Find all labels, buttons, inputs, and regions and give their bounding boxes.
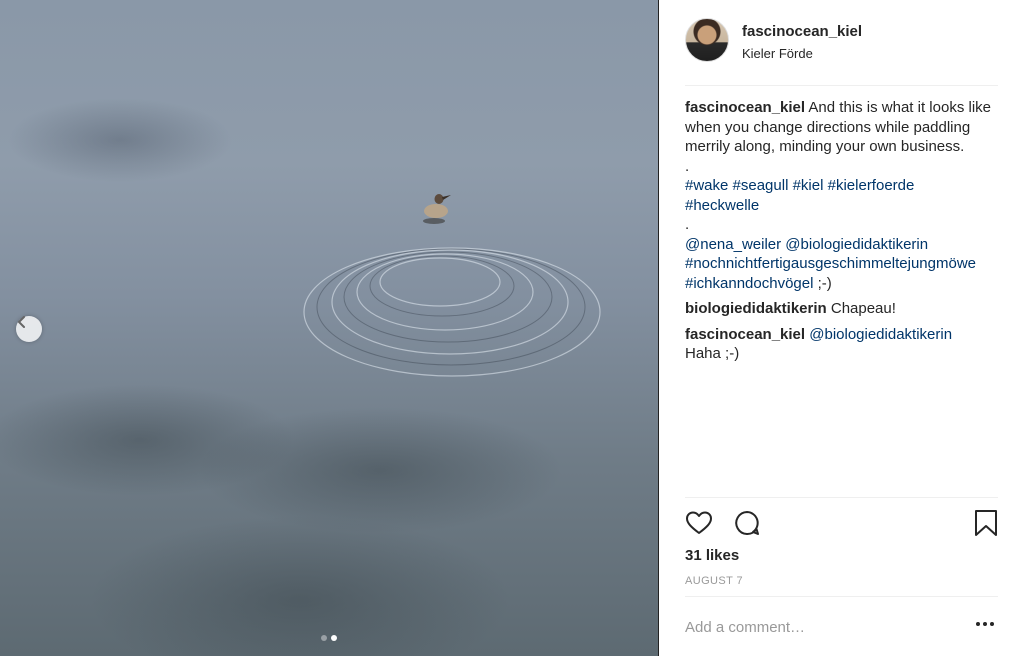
post-username[interactable]: fascinocean_kiel: [742, 23, 862, 40]
comment-text: Haha ;-): [685, 345, 740, 362]
previous-slide-button[interactable]: [16, 316, 42, 342]
action-bar: [685, 509, 998, 539]
comment-text: Chapeau!: [830, 300, 896, 317]
hashtag-link[interactable]: #seagull: [733, 177, 789, 194]
mention-link[interactable]: @nena_weiler: [685, 236, 781, 253]
comment-divider: [685, 596, 998, 597]
mention-link[interactable]: @biologiedidaktikerin: [785, 236, 928, 253]
mention-link[interactable]: @biologiedidaktikerin: [809, 326, 952, 343]
comment-icon[interactable]: [733, 509, 761, 542]
post-location[interactable]: Kieler Förde: [742, 46, 862, 61]
more-options-icon[interactable]: [976, 622, 994, 626]
seagull-shape: [423, 194, 451, 224]
heart-icon[interactable]: [685, 509, 713, 542]
avatar[interactable]: [685, 18, 729, 62]
caption: fascinocean_kiel And this is what it loo…: [685, 98, 997, 293]
carousel-indicator: [0, 635, 658, 641]
caption-username[interactable]: fascinocean_kiel: [685, 99, 805, 116]
water-scene: [303, 194, 601, 377]
comment: biologiedidaktikerin Chapeau!: [685, 299, 997, 319]
actions-divider: [685, 497, 998, 498]
carousel-dot-active[interactable]: [331, 635, 337, 641]
hashtag-link[interactable]: #ichkanndochvögel: [685, 275, 813, 292]
post-date[interactable]: AUGUST 7: [685, 575, 743, 587]
hashtag-link[interactable]: #kielerfoerde: [828, 177, 915, 194]
post-header: fascinocean_kiel Kieler Förde: [685, 18, 998, 86]
comment-username[interactable]: fascinocean_kiel: [685, 326, 805, 343]
post-modal: fascinocean_kiel Kieler Förde fascinocea…: [0, 0, 1024, 656]
add-comment-input[interactable]: [685, 614, 945, 640]
carousel-dot[interactable]: [321, 635, 327, 641]
post-image[interactable]: [0, 0, 658, 656]
comment-username[interactable]: biologiedidaktikerin: [685, 300, 827, 317]
comments-list: fascinocean_kiel And this is what it loo…: [685, 98, 997, 370]
likes-count[interactable]: 31 likes: [685, 547, 739, 564]
caption-dot: .: [685, 157, 690, 175]
hashtag-link[interactable]: #heckwelle: [685, 197, 759, 214]
caption-suffix: ;-): [817, 274, 832, 292]
comment: fascinocean_kiel @biologiedidaktikerin H…: [685, 325, 997, 364]
caption-dot: .: [685, 216, 690, 233]
hashtag-link[interactable]: #nochnichtfertigausgeschimmeltejungmöwe: [685, 255, 976, 272]
hashtag-link[interactable]: #kiel: [793, 177, 824, 194]
post-side-panel: fascinocean_kiel Kieler Förde fascinocea…: [659, 0, 1024, 656]
bookmark-icon[interactable]: [974, 509, 998, 542]
hashtag-link[interactable]: #wake: [685, 177, 728, 194]
